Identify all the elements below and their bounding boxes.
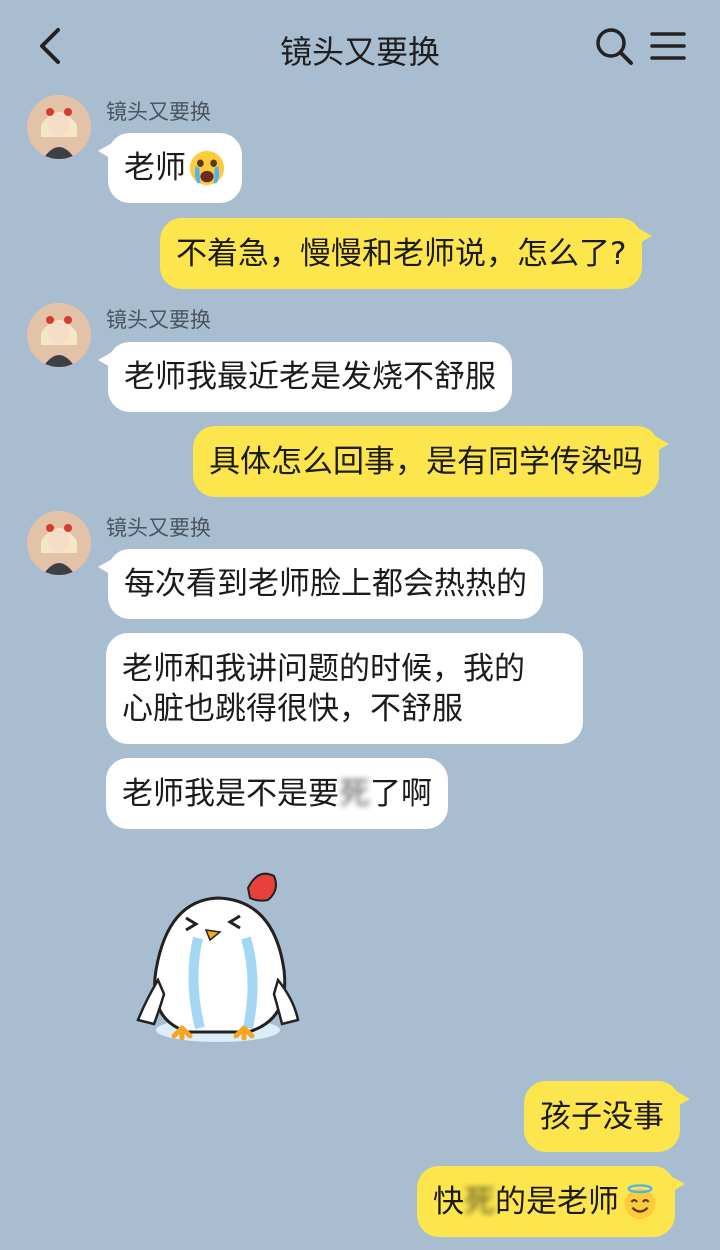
incoming-message[interactable]: 每次看到老师脸上都会热热的 xyxy=(98,549,543,619)
sender-name: 镜头又要换 xyxy=(106,308,211,332)
incoming-message[interactable]: 老师 xyxy=(98,133,242,203)
avatar-icon xyxy=(27,303,91,367)
incoming-message[interactable]: 老师和我讲问题的时候，我的 心脏也跳得很快，不舒服 xyxy=(106,633,583,744)
message-text: 每次看到老师脸上都会热热的 xyxy=(124,566,527,602)
message-text-line: 老师和我讲问题的时候，我的 xyxy=(122,651,525,687)
avatar[interactable] xyxy=(27,303,91,367)
outgoing-message[interactable]: 孩子没事 xyxy=(524,1081,690,1152)
crying-face-emoji-icon xyxy=(189,150,225,186)
censored-word: 死 xyxy=(464,1183,495,1220)
message-text: 的是老师 xyxy=(495,1183,619,1220)
outgoing-message[interactable]: 不着急，慢慢和老师说，怎么了? xyxy=(160,218,653,289)
menu-button[interactable] xyxy=(650,30,686,62)
outgoing-message[interactable]: 具体怎么回事，是有同学传染吗 xyxy=(193,426,669,497)
hamburger-menu-icon xyxy=(650,32,686,60)
avatar[interactable] xyxy=(27,95,91,159)
message-text: 孩子没事 xyxy=(540,1098,664,1135)
message-text: 老师 xyxy=(124,150,186,186)
message-text: 具体怎么回事，是有同学传染吗 xyxy=(209,443,643,480)
avatar-icon xyxy=(27,511,91,575)
incoming-message[interactable]: 老师我是不是要死了啊 xyxy=(106,758,448,829)
censored-word: 死 xyxy=(339,775,370,812)
message-text: 快 xyxy=(433,1183,464,1220)
sender-name: 镜头又要换 xyxy=(106,100,211,124)
message-text: 了啊 xyxy=(370,775,432,812)
crying-chick-sticker-icon xyxy=(136,872,300,1042)
message-text: 不着急，慢慢和老师说，怎么了? xyxy=(176,235,627,272)
avatar-icon xyxy=(27,95,91,159)
message-text: 老师我最近老是发烧不舒服 xyxy=(124,359,496,395)
sender-name: 镜头又要换 xyxy=(106,516,211,540)
outgoing-message[interactable]: 快死的是老师 xyxy=(417,1166,685,1237)
top-bar: 镜头又要换 xyxy=(0,0,720,92)
search-button[interactable] xyxy=(594,26,634,66)
avatar[interactable] xyxy=(27,511,91,575)
message-text: 老师我是不是要 xyxy=(122,775,339,812)
message-text-line: 心脏也跳得很快，不舒服 xyxy=(122,691,463,727)
incoming-message[interactable]: 老师我最近老是发烧不舒服 xyxy=(98,342,512,412)
search-icon xyxy=(596,28,633,65)
sticker-message[interactable] xyxy=(128,860,308,1060)
smiling-face-with-halo-emoji-icon xyxy=(624,1183,656,1219)
